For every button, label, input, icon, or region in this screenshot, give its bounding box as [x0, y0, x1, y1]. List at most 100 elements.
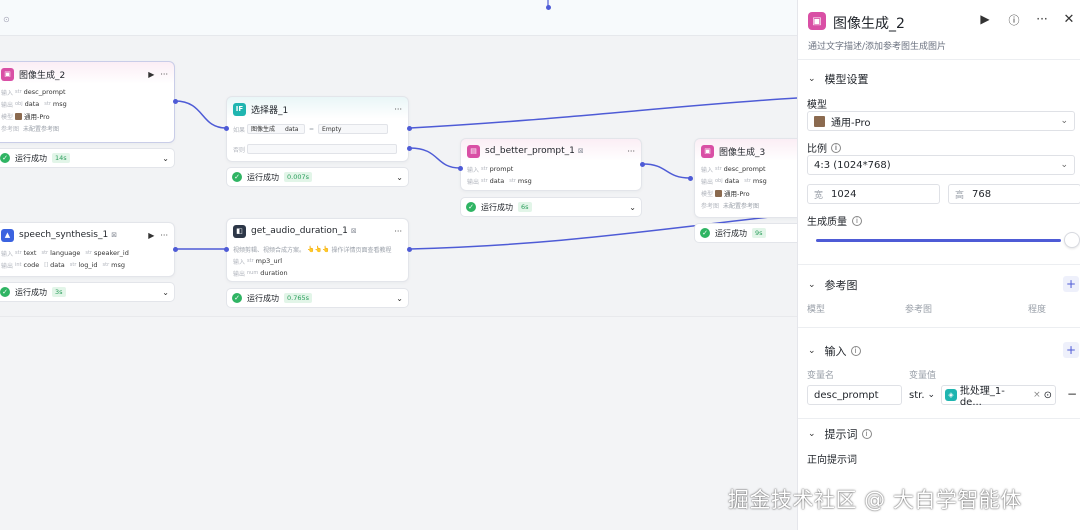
more-icon[interactable]: ··· — [394, 227, 402, 236]
section-input[interactable]: ⌄ 输入 i — [808, 343, 861, 359]
output-port-else[interactable] — [407, 146, 412, 151]
info-icon: i — [852, 215, 862, 226]
node-row-output: 输出 num duration — [233, 269, 288, 278]
node-image-gen-2[interactable]: ▣ 图像生成_2 ▶ ··· 输入 str desc_prompt 输出 obj dat… — [0, 61, 175, 143]
model-thumb-icon — [15, 112, 22, 120]
output-port[interactable] — [640, 162, 645, 167]
close-icon[interactable]: ✕ — [1060, 12, 1078, 27]
chevron-down-icon: ⌄ — [808, 346, 816, 356]
chevron-down-icon[interactable]: ⌄ — [396, 294, 403, 303]
if-icon: IF — [233, 102, 246, 116]
status-sd[interactable]: ✓ 运行成功 6s ⌄ — [460, 197, 642, 217]
info-icon: i — [850, 346, 861, 356]
var-type-select[interactable]: str. ⌄ — [909, 385, 935, 405]
success-icon: ✓ — [0, 153, 10, 163]
node-sd-better-prompt[interactable]: ▤ sd_better_prompt_1 ⊠ ··· 输入 str prompt 输… — [460, 138, 642, 191]
section-prompt[interactable]: ⌄ 提示词 i — [808, 426, 872, 442]
col-degree: 程度 — [1028, 305, 1047, 315]
panel-subtitle: 通过文字描述/添加参考图生成图片 — [808, 42, 947, 52]
more-icon[interactable]: ··· — [160, 70, 168, 79]
edge-selector-img — [409, 97, 797, 129]
height-input[interactable]: 高 768 — [948, 184, 1080, 204]
model-select[interactable]: 通用-Pro ⌄ — [807, 111, 1075, 131]
run-icon[interactable]: ▶ — [148, 70, 154, 79]
input-port[interactable] — [458, 166, 463, 171]
more-icon[interactable]: ··· — [1033, 12, 1051, 26]
chevron-down-icon: ⌄ — [1060, 160, 1068, 170]
hands-icon: 👆👆👆 — [307, 245, 330, 253]
var-ref-field[interactable]: ◈ 批处理_1- de... × ⊙ — [941, 385, 1056, 408]
panel-header: ▣ 图像生成_2 ▶ ⓘ ··· ✕ — [798, 0, 1080, 42]
batch-icon: ◈ — [945, 389, 957, 401]
node-row-input: 输入 str desc_prompt — [701, 165, 766, 174]
run-icon[interactable]: ▶ — [148, 231, 154, 240]
chevron-down-icon: ⌄ — [808, 74, 816, 84]
node-description: 视频剪辑、视频合成方案。 👆👆👆 操作详情页面查看教程 — [233, 245, 392, 254]
edge-img2-selector — [174, 100, 227, 129]
status-img2[interactable]: ✓ 运行成功 14s ⌄ — [0, 148, 175, 168]
chevron-down-icon: ⌄ — [808, 429, 816, 439]
node-row-model: 模型 通用-Pro — [701, 189, 750, 198]
ratio-select[interactable]: 4:3 (1024*768) ⌄ — [807, 155, 1075, 175]
edge-selector-sd — [409, 147, 461, 169]
output-port-if[interactable] — [407, 126, 412, 131]
more-icon[interactable]: ··· — [160, 231, 168, 240]
run-icon[interactable]: ▶ — [976, 12, 994, 26]
col-var-value: 变量值 — [909, 371, 937, 381]
quality-slider-track[interactable] — [816, 239, 1061, 242]
edge-sd-img3 — [642, 163, 691, 179]
output-port[interactable] — [407, 247, 412, 252]
positive-prompt-label: 正向提示词 — [807, 455, 857, 466]
chevron-down-icon[interactable]: ⌄ — [396, 173, 403, 182]
output-port[interactable] — [173, 247, 178, 252]
image-icon: ▣ — [701, 144, 714, 158]
node-row-output: 输出 obj data str msg — [1, 100, 67, 109]
info-icon: i — [831, 142, 841, 153]
status-audio[interactable]: ✓ 运行成功 0.765s ⌄ — [226, 288, 409, 308]
more-icon[interactable]: ··· — [627, 147, 635, 156]
quality-slider-thumb[interactable] — [1064, 232, 1080, 248]
input-port[interactable] — [224, 247, 229, 252]
var-name-input[interactable]: desc_prompt — [807, 385, 902, 405]
remove-icon[interactable]: − — [1067, 387, 1077, 401]
model-thumb-icon — [715, 189, 722, 197]
add-input-button[interactable]: + — [1063, 342, 1079, 358]
input-port[interactable] — [688, 176, 693, 181]
node-get-audio-duration[interactable]: ◧ get_audio_duration_1 ⊠ ··· 视频剪辑、视频合成方案… — [226, 218, 409, 282]
status-img3[interactable]: ✓ 运行成功 9s — [694, 223, 797, 243]
ratio-label: 比例 i — [807, 140, 841, 155]
node-image-gen-3[interactable]: ▣ 图像生成_3 输入 str desc_prompt 输出 obj data str ms… — [694, 138, 797, 218]
add-reference-button[interactable]: + — [1063, 276, 1079, 292]
more-icon[interactable]: ··· — [394, 105, 402, 114]
clip-icon: ◧ — [233, 224, 246, 238]
input-port[interactable] — [224, 126, 229, 131]
version-badge-icon: ⊠ — [350, 227, 357, 235]
node-row-input: 输入 str desc_prompt — [1, 88, 66, 97]
target-icon[interactable]: ⊙ — [1044, 390, 1052, 401]
node-selector-1[interactable]: IF 选择器_1 ··· 如果 图像生成 data = Empty 否则 — [226, 96, 409, 162]
condition-right-field[interactable]: Empty — [318, 124, 389, 134]
status-speech[interactable]: ✓ 运行成功 3s ⌄ — [0, 282, 175, 302]
width-input[interactable]: 宽 1024 — [807, 184, 940, 204]
section-model-settings[interactable]: ⌄ 模型设置 — [808, 71, 869, 87]
section-reference-image[interactable]: ⌄ 参考图 — [808, 277, 858, 293]
node-row-model: 模型 通用-Pro — [1, 112, 50, 121]
clear-icon[interactable]: × — [1033, 390, 1041, 400]
chevron-down-icon: ⌄ — [1060, 116, 1068, 126]
selector-else-row: 否则 — [227, 141, 408, 157]
node-row-ref: 参考图 未配置参考图 — [1, 125, 60, 133]
success-icon: ✓ — [232, 293, 242, 303]
node-speech-synthesis[interactable]: ▲ speech_synthesis_1 ⊠ ▶ ··· 输入 str text st… — [0, 222, 175, 277]
node-row-ref: 参考图 未配置参考图 — [701, 202, 760, 210]
workflow-canvas[interactable]: ⊙ ▣ 图像生成_2 ▶ ··· 输入 str desc_prompt 输出 obj d… — [0, 0, 797, 530]
chevron-down-icon[interactable]: ⌄ — [629, 203, 636, 212]
chevron-down-icon[interactable]: ⌄ — [162, 154, 169, 163]
condition-left-field[interactable]: 图像生成 data — [247, 124, 305, 134]
output-port[interactable] — [173, 99, 178, 104]
help-icon[interactable]: ⓘ — [1005, 12, 1023, 28]
version-badge-icon: ⊠ — [111, 231, 118, 239]
chevron-down-icon[interactable]: ⌄ — [162, 288, 169, 297]
status-selector[interactable]: ✓ 运行成功 0.007s ⌄ — [226, 167, 409, 187]
panel-title[interactable]: 图像生成_2 — [833, 13, 905, 33]
node-row-input: 输入 str prompt — [467, 165, 514, 174]
